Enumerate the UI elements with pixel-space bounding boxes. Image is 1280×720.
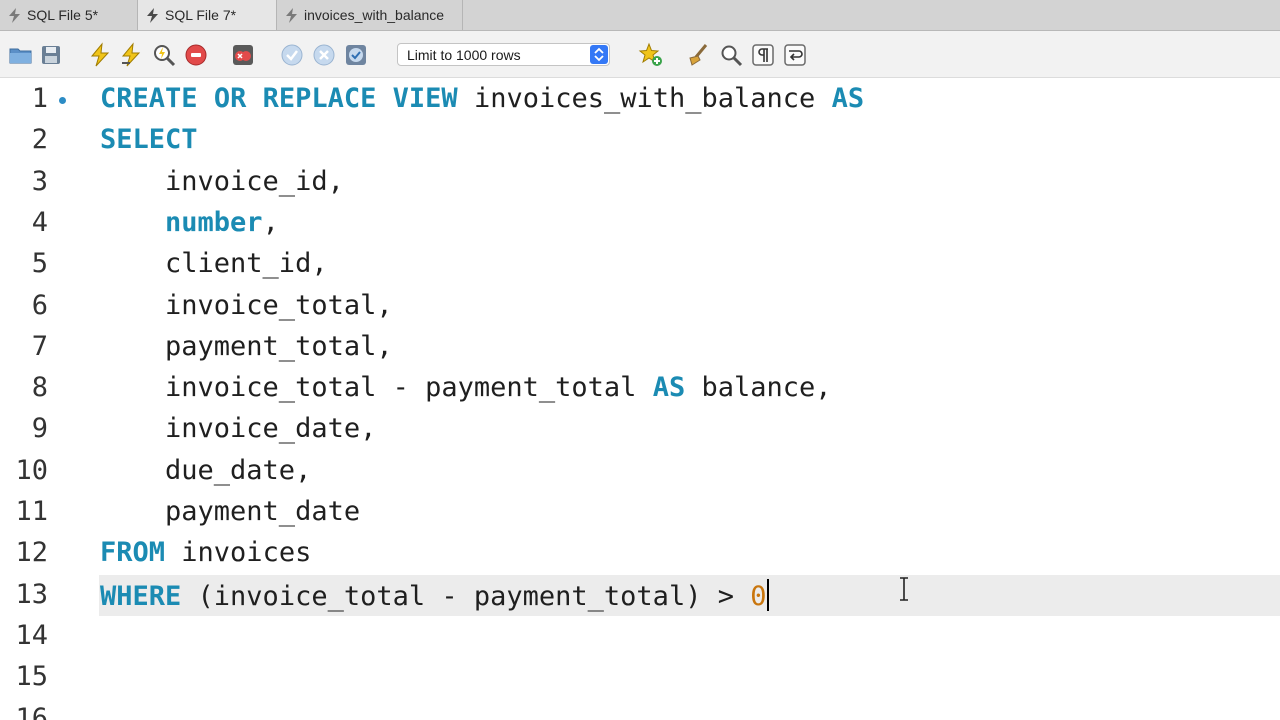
line-number: 10 bbox=[15, 454, 48, 486]
code-line: invoice_date, bbox=[100, 413, 377, 445]
editor-line: 14 bbox=[0, 616, 1280, 657]
editor-line: 11 payment_date bbox=[0, 492, 1280, 533]
tab-sql-file-5[interactable]: SQL File 5* bbox=[0, 0, 138, 30]
code-line: SELECT bbox=[100, 124, 198, 156]
tab-label: SQL File 7* bbox=[165, 7, 237, 23]
editor-line: 3 invoice_id, bbox=[0, 162, 1280, 203]
editor-line: 5 client_id, bbox=[0, 244, 1280, 285]
code-line: invoice_total, bbox=[100, 289, 393, 321]
line-number: 7 bbox=[31, 330, 48, 362]
rollback-icon[interactable] bbox=[311, 42, 337, 68]
beautify-favorite-icon[interactable] bbox=[638, 42, 664, 68]
lightning-icon bbox=[147, 7, 158, 23]
code-line: due_date, bbox=[100, 454, 312, 486]
statement-marker-icon bbox=[59, 97, 66, 104]
line-number: 14 bbox=[15, 619, 48, 651]
editor-line: 6 invoice_total, bbox=[0, 286, 1280, 327]
chevron-updown-icon bbox=[590, 45, 608, 64]
editor-line: 12 FROM invoices bbox=[0, 533, 1280, 574]
editor-line-current: 13 WHERE (invoice_total - payment_total)… bbox=[0, 574, 1280, 616]
code-line: invoice_id, bbox=[100, 165, 344, 197]
line-number: 13 bbox=[15, 578, 48, 610]
tab-sql-file-7[interactable]: SQL File 7* bbox=[138, 0, 277, 30]
line-number: 16 bbox=[15, 702, 48, 720]
code-line: WHERE (invoice_total - payment_total) > … bbox=[100, 578, 769, 612]
open-file-icon[interactable] bbox=[8, 42, 34, 68]
line-number: 8 bbox=[31, 372, 48, 404]
invisible-chars-icon[interactable] bbox=[750, 42, 776, 68]
tab-bar: SQL File 5* SQL File 7* invoices_with_ba… bbox=[0, 0, 1280, 31]
code-line: CREATE OR REPLACE VIEW invoices_with_bal… bbox=[100, 83, 865, 114]
text-cursor-icon bbox=[900, 577, 908, 601]
code-line: FROM invoices bbox=[100, 537, 312, 569]
editor-line: 15 bbox=[0, 657, 1280, 698]
line-number: 11 bbox=[15, 496, 48, 527]
tab-label: SQL File 5* bbox=[27, 7, 99, 23]
editor-line: 4 number, bbox=[0, 203, 1280, 244]
sql-toolbar: Limit to 1000 rows bbox=[0, 31, 1280, 78]
code-line: payment_date bbox=[100, 496, 361, 527]
toggle-error-icon[interactable] bbox=[230, 42, 256, 68]
beautify-icon[interactable] bbox=[686, 42, 712, 68]
find-icon[interactable] bbox=[718, 42, 744, 68]
line-number: 1 bbox=[31, 83, 48, 114]
line-number: 15 bbox=[15, 661, 48, 693]
editor-line: 2 SELECT bbox=[0, 120, 1280, 161]
editor-line: 1 CREATE OR REPLACE VIEW invoices_with_b… bbox=[0, 79, 1280, 120]
explain-icon[interactable] bbox=[151, 42, 177, 68]
lightning-icon bbox=[9, 7, 20, 23]
tab-invoices-with-balance[interactable]: invoices_with_balance bbox=[277, 0, 463, 30]
text-caret bbox=[766, 578, 769, 611]
line-number: 5 bbox=[31, 248, 48, 280]
editor-line: 10 due_date, bbox=[0, 451, 1280, 492]
execute-icon[interactable] bbox=[87, 42, 113, 68]
line-number: 3 bbox=[31, 165, 48, 197]
code-line: number, bbox=[165, 206, 279, 238]
limit-rows-select[interactable]: Limit to 1000 rows bbox=[397, 43, 610, 66]
stop-icon[interactable] bbox=[183, 42, 209, 68]
code-line: client_id, bbox=[100, 248, 328, 280]
code-line: payment_total, bbox=[100, 330, 393, 362]
editor-line: 7 payment_total, bbox=[0, 327, 1280, 368]
editor-line: 8 invoice_total - payment_total AS balan… bbox=[0, 368, 1280, 409]
autocommit-icon[interactable] bbox=[343, 42, 369, 68]
line-number: 2 bbox=[31, 124, 48, 156]
sql-editor[interactable]: 1 CREATE OR REPLACE VIEW invoices_with_b… bbox=[0, 79, 1280, 720]
code-line: invoice_total - payment_total AS balance… bbox=[100, 372, 832, 404]
tab-label: invoices_with_balance bbox=[304, 7, 445, 23]
line-number: 6 bbox=[31, 289, 48, 321]
execute-current-icon[interactable] bbox=[118, 42, 144, 68]
line-number: 9 bbox=[31, 413, 48, 445]
wrap-icon[interactable] bbox=[782, 42, 808, 68]
editor-line: 9 invoice_date, bbox=[0, 409, 1280, 450]
line-number: 12 bbox=[15, 537, 48, 569]
line-number: 4 bbox=[31, 206, 48, 238]
editor-line: 16 bbox=[0, 699, 1280, 720]
commit-icon[interactable] bbox=[279, 42, 305, 68]
lightning-icon bbox=[286, 7, 297, 23]
limit-rows-value: Limit to 1000 rows bbox=[407, 47, 521, 63]
save-icon[interactable] bbox=[38, 42, 64, 68]
